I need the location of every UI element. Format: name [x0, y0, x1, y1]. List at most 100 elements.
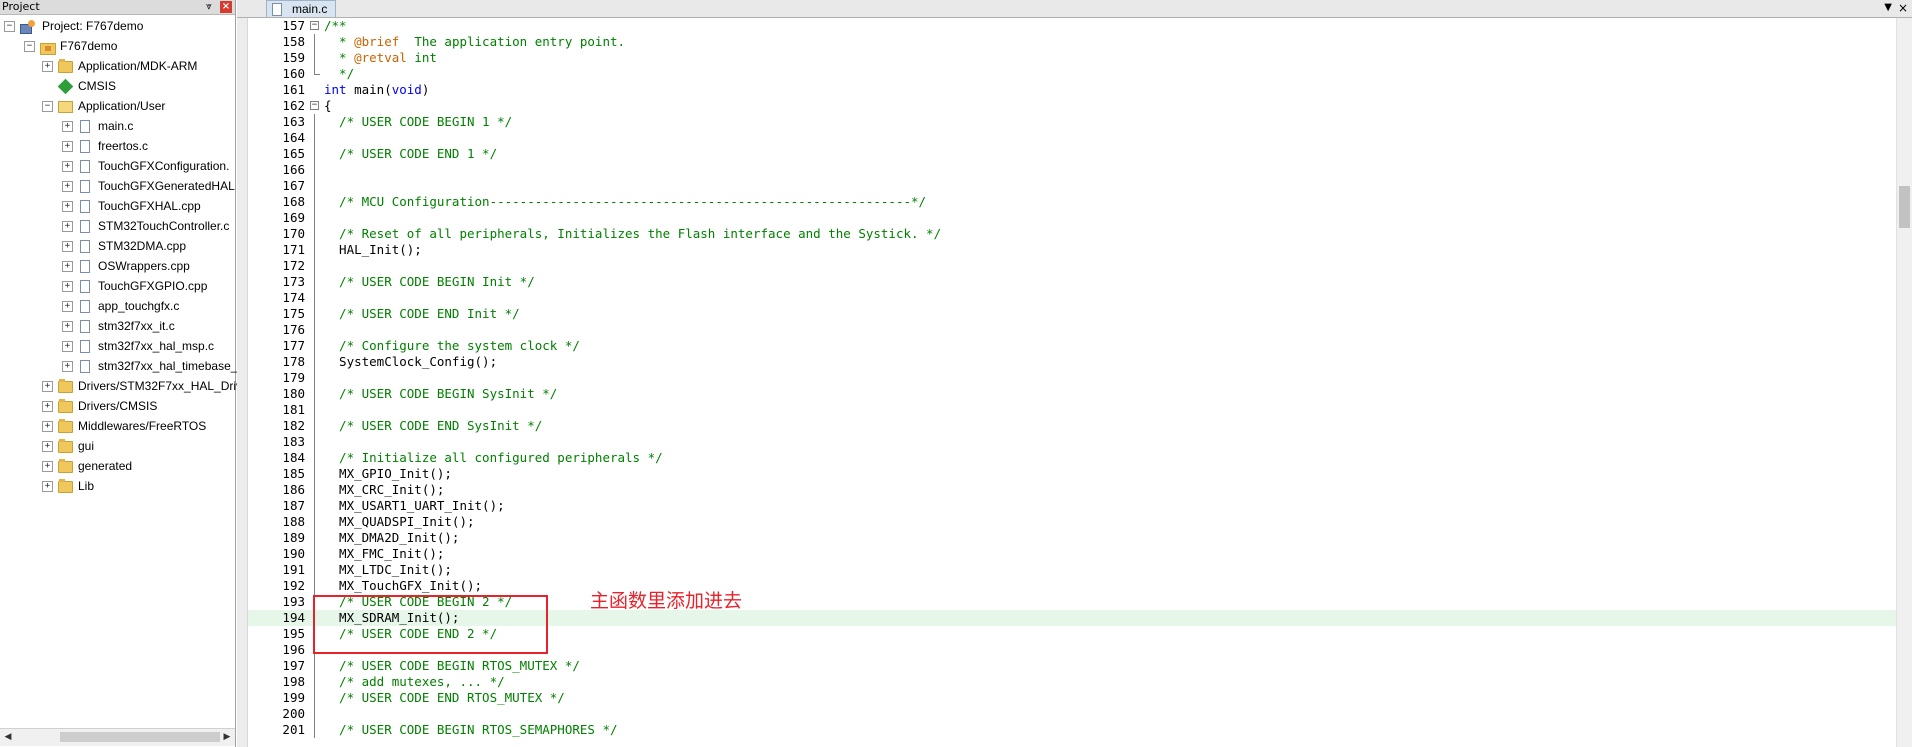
code-line[interactable]: 164 — [248, 130, 1896, 146]
scroll-right-icon[interactable]: ▶ — [220, 731, 234, 744]
code-line[interactable]: 175 /* USER CODE END Init */ — [248, 306, 1896, 322]
code-line[interactable]: 163 /* USER CODE BEGIN 1 */ — [248, 114, 1896, 130]
close-icon[interactable]: × — [1898, 1, 1908, 15]
collapse-icon[interactable]: − — [4, 21, 15, 33]
expand-icon[interactable]: + — [62, 121, 73, 133]
code-line[interactable]: 176 — [248, 322, 1896, 338]
tree-item[interactable]: − F767demo — [24, 36, 117, 56]
editor-vertical-scrollbar[interactable] — [1896, 18, 1912, 747]
close-icon[interactable]: × — [220, 1, 232, 13]
code-line[interactable]: 191 MX_LTDC_Init(); — [248, 562, 1896, 578]
code-line[interactable]: 186 MX_CRC_Init(); — [248, 482, 1896, 498]
code-line[interactable]: 167 — [248, 178, 1896, 194]
tree-item[interactable]: + OSWrappers.cpp — [62, 256, 190, 276]
expand-icon[interactable]: + — [62, 221, 73, 233]
fold-toggle-icon[interactable]: − — [310, 21, 319, 30]
code-line[interactable]: 172 — [248, 258, 1896, 274]
expand-icon[interactable]: + — [62, 281, 73, 293]
scrollbar-thumb[interactable] — [60, 732, 220, 742]
tree-item[interactable]: + Drivers/STM32F7xx_HAL_Driv — [42, 376, 242, 396]
tree-item[interactable]: + freertos.c — [62, 136, 148, 156]
expand-icon[interactable]: + — [62, 361, 73, 373]
code-line[interactable]: 189 MX_DMA2D_Init(); — [248, 530, 1896, 546]
tree-item[interactable]: + Application/MDK-ARM — [42, 56, 197, 76]
code-line[interactable]: 178 SystemClock_Config(); — [248, 354, 1896, 370]
tree-item[interactable]: + Lib — [42, 476, 94, 496]
scroll-left-icon[interactable]: ◀ — [1, 731, 15, 744]
tree-item[interactable]: + Middlewares/FreeRTOS — [42, 416, 206, 436]
code-line[interactable]: 161 int main(void) — [248, 82, 1896, 98]
collapse-icon[interactable]: − — [42, 101, 53, 113]
expand-icon[interactable]: + — [42, 401, 53, 413]
code-line[interactable]: 192 MX_TouchGFX_Init(); — [248, 578, 1896, 594]
expand-icon[interactable]: + — [42, 381, 53, 393]
code-line[interactable]: 197 /* USER CODE BEGIN RTOS_MUTEX */ — [248, 658, 1896, 674]
expand-icon[interactable]: + — [62, 241, 73, 253]
code-line[interactable]: 185 MX_GPIO_Init(); — [248, 466, 1896, 482]
tree-item[interactable]: + Drivers/CMSIS — [42, 396, 157, 416]
code-line[interactable]: 187 MX_USART1_UART_Init(); — [248, 498, 1896, 514]
code-line[interactable]: 171 HAL_Init(); — [248, 242, 1896, 258]
expand-icon[interactable]: + — [62, 161, 73, 173]
pin-icon[interactable]: ⩔ — [203, 1, 215, 13]
code-line[interactable]: 159 * @retval int — [248, 50, 1896, 66]
tree-item[interactable]: + gui — [42, 436, 94, 456]
scrollbar-thumb[interactable] — [1899, 186, 1910, 228]
expand-icon[interactable]: + — [62, 201, 73, 213]
tree-item[interactable]: + generated — [42, 456, 132, 476]
code-line[interactable]: 190 MX_FMC_Init(); — [248, 546, 1896, 562]
expand-icon[interactable]: + — [62, 181, 73, 193]
code-line[interactable]: 162−{ — [248, 98, 1896, 114]
tree-item[interactable]: + STM32DMA.cpp — [62, 236, 186, 256]
tree-item[interactable]: + stm32f7xx_hal_msp.c — [62, 336, 214, 356]
code-line[interactable]: 157−/** — [248, 18, 1896, 34]
expand-icon[interactable]: + — [42, 461, 53, 473]
expand-icon[interactable]: + — [62, 261, 73, 273]
code-line[interactable]: 199 /* USER CODE END RTOS_MUTEX */ — [248, 690, 1896, 706]
expand-icon[interactable]: + — [42, 441, 53, 453]
expand-icon[interactable]: + — [42, 421, 53, 433]
code-line[interactable]: 160 */ — [248, 66, 1896, 82]
tree-item[interactable]: − Application/User — [42, 96, 165, 116]
tree-item[interactable]: + TouchGFXGPIO.cpp — [62, 276, 207, 296]
code-line[interactable]: 169 — [248, 210, 1896, 226]
collapse-icon[interactable]: − — [24, 41, 35, 53]
code-line[interactable]: 158 * @brief The application entry point… — [248, 34, 1896, 50]
code-line[interactable]: 173 /* USER CODE BEGIN Init */ — [248, 274, 1896, 290]
tree-item[interactable]: CMSIS — [42, 76, 116, 96]
expand-icon[interactable]: + — [42, 481, 53, 493]
code-line[interactable]: 183 — [248, 434, 1896, 450]
expand-icon[interactable]: + — [62, 301, 73, 313]
expand-icon[interactable]: + — [62, 141, 73, 153]
code-line[interactable]: 184 /* Initialize all configured periphe… — [248, 450, 1896, 466]
code-line[interactable]: 180 /* USER CODE BEGIN SysInit */ — [248, 386, 1896, 402]
tree-item[interactable]: + TouchGFXConfiguration. — [62, 156, 229, 176]
tree-item[interactable]: + app_touchgfx.c — [62, 296, 179, 316]
project-tree-horizontal-scrollbar[interactable]: ◀ ▶ — [0, 728, 235, 746]
code-line[interactable]: 179 — [248, 370, 1896, 386]
code-line[interactable]: 182 /* USER CODE END SysInit */ — [248, 418, 1896, 434]
code-line[interactable]: 168 /* MCU Configuration----------------… — [248, 194, 1896, 210]
tree-item[interactable]: + stm32f7xx_it.c — [62, 316, 175, 336]
expand-icon[interactable]: + — [42, 61, 53, 73]
code-line[interactable]: 165 /* USER CODE END 1 */ — [248, 146, 1896, 162]
tree-item[interactable]: + main.c — [62, 116, 133, 136]
code-line[interactable]: 166 — [248, 162, 1896, 178]
fold-toggle-icon[interactable]: − — [310, 101, 319, 110]
code-line[interactable]: 200 — [248, 706, 1896, 722]
tree-item[interactable]: + STM32TouchController.c — [62, 216, 229, 236]
chevron-down-icon[interactable]: ▼ — [1884, 1, 1892, 15]
tree-item[interactable]: − Project: F767demo — [4, 16, 143, 36]
code-line[interactable]: 181 — [248, 402, 1896, 418]
tab-main-c[interactable]: main.c — [266, 0, 336, 17]
code-line[interactable]: 177 /* Configure the system clock */ — [248, 338, 1896, 354]
code-line[interactable]: 174 — [248, 290, 1896, 306]
code-line[interactable]: 170 /* Reset of all peripherals, Initial… — [248, 226, 1896, 242]
expand-icon[interactable]: + — [62, 321, 73, 333]
tree-item[interactable]: + TouchGFXHAL.cpp — [62, 196, 201, 216]
code-line[interactable]: 198 /* add mutexes, ... */ — [248, 674, 1896, 690]
expand-icon[interactable]: + — [62, 341, 73, 353]
code-line[interactable]: 188 MX_QUADSPI_Init(); — [248, 514, 1896, 530]
tree-item[interactable]: + stm32f7xx_hal_timebase_ — [62, 356, 237, 376]
code-line[interactable]: 201 /* USER CODE BEGIN RTOS_SEMAPHORES *… — [248, 722, 1896, 738]
